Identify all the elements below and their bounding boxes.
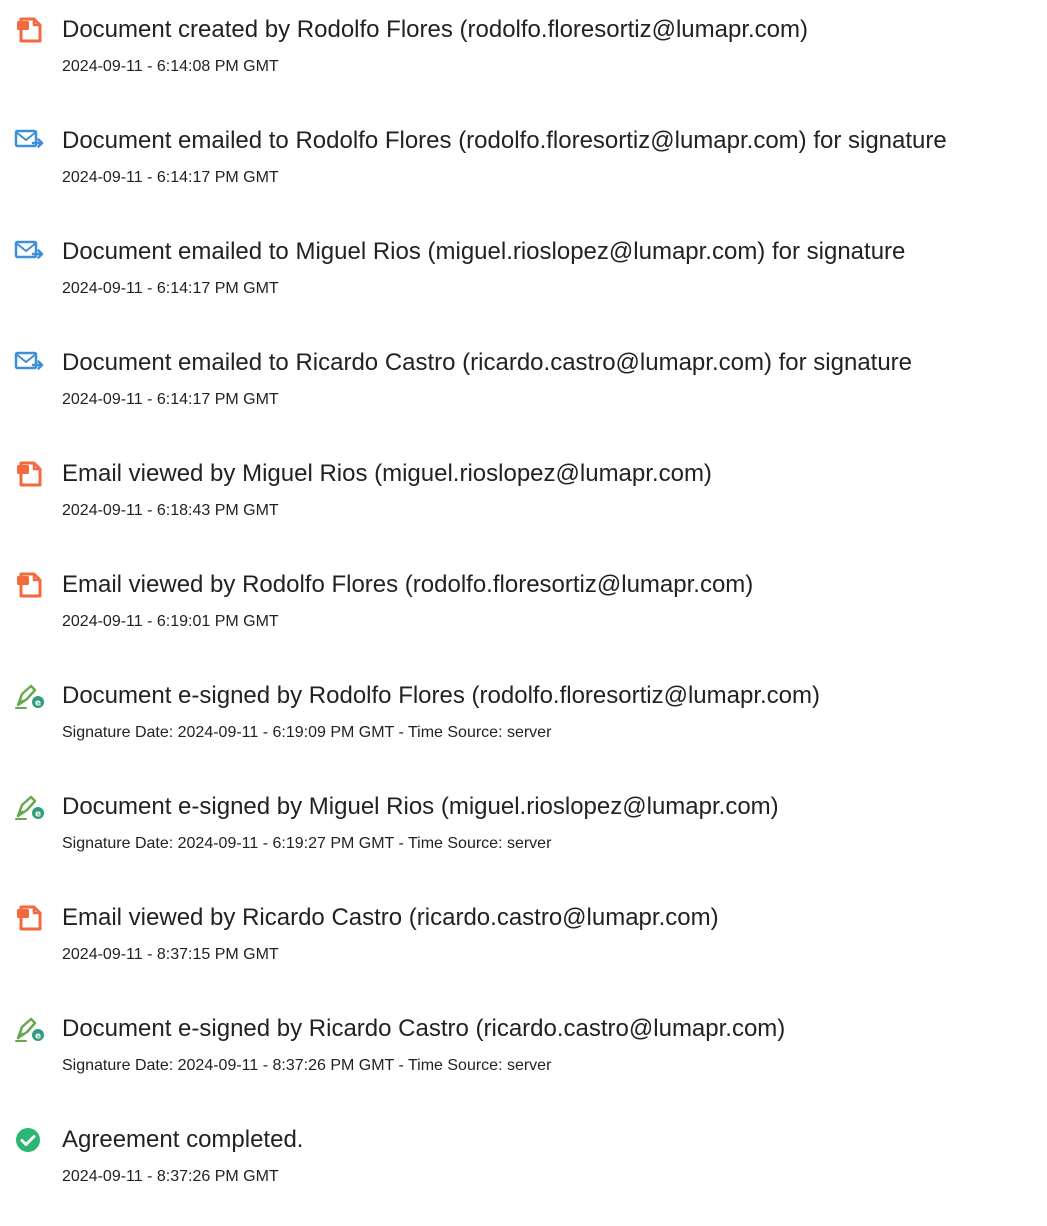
- e-sign-pen-icon: e: [15, 1017, 44, 1042]
- audit-event: Email viewed by Ricardo Castro (ricardo.…: [0, 903, 1047, 1003]
- event-title: Email viewed by Rodolfo Flores (rodolfo.…: [62, 571, 754, 598]
- event-title: Agreement completed.: [62, 1126, 304, 1153]
- event-title: Email viewed by Ricardo Castro (ricardo.…: [62, 904, 719, 931]
- svg-text:e: e: [35, 1032, 41, 1042]
- event-title: Document e-signed by Rodolfo Flores (rod…: [62, 682, 821, 709]
- audit-event: e Document e-signed by Miguel Rios (migu…: [0, 792, 1047, 892]
- checkmark-circle-icon: [16, 1128, 40, 1152]
- document-icon: [17, 461, 42, 487]
- event-title: Document e-signed by Miguel Rios (miguel…: [62, 793, 779, 820]
- audit-event: Email viewed by Miguel Rios (miguel.rios…: [0, 459, 1047, 559]
- document-icon: [17, 572, 42, 598]
- event-title: Email viewed by Miguel Rios (miguel.rios…: [62, 460, 712, 487]
- event-title: Document emailed to Ricardo Castro (rica…: [62, 349, 913, 376]
- event-title: Document emailed to Rodolfo Flores (rodo…: [62, 127, 947, 154]
- event-timestamp: Signature Date: 2024-09-11 - 8:37:26 PM …: [62, 1057, 552, 1074]
- svg-text:e: e: [35, 810, 41, 820]
- event-timestamp: 2024-09-11 - 6:14:17 PM GMT: [62, 391, 279, 408]
- audit-event: Document emailed to Ricardo Castro (rica…: [0, 348, 1047, 448]
- audit-event: Document created by Rodolfo Flores (rodo…: [0, 15, 1047, 115]
- document-icon: [17, 17, 42, 43]
- event-timestamp: 2024-09-11 - 6:18:43 PM GMT: [62, 502, 279, 519]
- document-icon: [17, 905, 42, 931]
- audit-event: Email viewed by Rodolfo Flores (rodolfo.…: [0, 570, 1047, 670]
- audit-event: e Document e-signed by Ricardo Castro (r…: [0, 1014, 1047, 1114]
- event-timestamp: Signature Date: 2024-09-11 - 6:19:27 PM …: [62, 835, 552, 852]
- event-timestamp: 2024-09-11 - 6:14:08 PM GMT: [62, 58, 279, 75]
- event-timestamp: 2024-09-11 - 6:14:17 PM GMT: [62, 280, 279, 297]
- event-timestamp: Signature Date: 2024-09-11 - 6:19:09 PM …: [62, 724, 552, 741]
- e-sign-pen-icon: e: [15, 795, 44, 820]
- event-timestamp: 2024-09-11 - 6:19:01 PM GMT: [62, 613, 279, 630]
- audit-event: Agreement completed. 2024-09-11 - 8:37:2…: [0, 1125, 1047, 1225]
- event-timestamp: 2024-09-11 - 8:37:26 PM GMT: [62, 1168, 279, 1185]
- event-title: Document emailed to Miguel Rios (miguel.…: [62, 238, 906, 265]
- e-sign-pen-icon: e: [15, 684, 44, 709]
- audit-event: Document emailed to Miguel Rios (miguel.…: [0, 237, 1047, 337]
- email-sent-icon: [14, 351, 44, 370]
- event-title: Document e-signed by Ricardo Castro (ric…: [62, 1015, 786, 1042]
- event-timestamp: 2024-09-11 - 8:37:15 PM GMT: [62, 946, 279, 963]
- event-timestamp: 2024-09-11 - 6:14:17 PM GMT: [62, 169, 279, 186]
- event-title: Document created by Rodolfo Flores (rodo…: [62, 16, 808, 43]
- email-sent-icon: [14, 129, 44, 148]
- email-sent-icon: [14, 240, 44, 259]
- audit-event: Document emailed to Rodolfo Flores (rodo…: [0, 126, 1047, 226]
- audit-event: e Document e-signed by Rodolfo Flores (r…: [0, 681, 1047, 781]
- svg-text:e: e: [35, 699, 41, 709]
